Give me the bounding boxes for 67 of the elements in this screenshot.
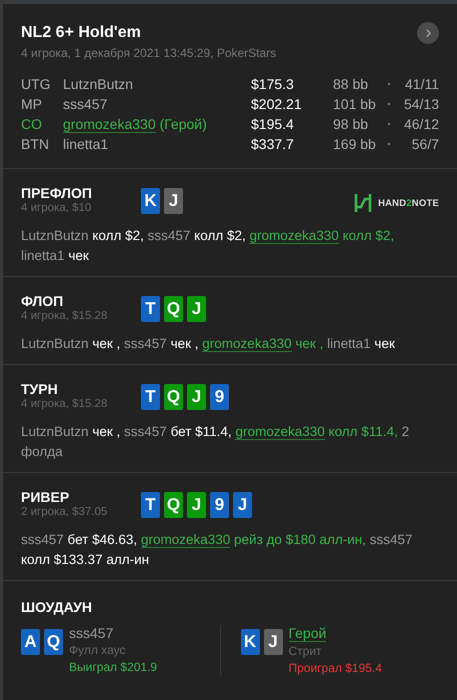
hand-subtitle: 4 игрока, 1 декабря 2021 13:45:29, PokerStars	[21, 46, 278, 60]
player-link[interactable]: Герой	[288, 625, 326, 642]
big-blinds: 98 bb	[333, 116, 370, 132]
card: T	[141, 384, 160, 410]
card: J	[187, 492, 206, 518]
player-name: sss457	[63, 96, 108, 112]
position-label: MP	[21, 96, 43, 112]
big-blinds: 169 bb	[333, 136, 377, 152]
street-info: 4 игрока, $15.28	[21, 310, 108, 322]
card: K	[141, 188, 160, 214]
position-label: BTN	[21, 136, 50, 152]
hand-title: NL2 6+ Hold'em	[21, 24, 141, 42]
card: Q	[164, 296, 183, 322]
player-name: sss457	[69, 625, 114, 641]
street-title: ПРЕФЛОП	[21, 185, 93, 201]
card: 9	[210, 492, 229, 518]
card: T	[141, 492, 160, 518]
stack-amount: $337.7	[251, 136, 295, 152]
player-name: LutznButzn	[63, 76, 134, 92]
showdown-title: ШОУДАУН	[21, 599, 93, 615]
player-stats: 41/11	[404, 76, 439, 92]
player-link[interactable]: gromozeka330	[249, 228, 339, 244]
hand-combination: Фулл хаус	[69, 643, 126, 657]
action-log: LutznButzn чек , sss457 чек , gromozeka330 чек , linetta1 чек	[21, 335, 396, 354]
card: K	[240, 629, 260, 655]
player-link[interactable]: gromozeka330	[63, 116, 156, 132]
card: J	[164, 188, 183, 214]
player-link[interactable]: gromozeka330	[140, 532, 230, 548]
result-amount: Проиграл $195.4	[288, 661, 382, 675]
hand-combination: Стрит	[288, 644, 322, 658]
player-stats: 46/12	[402, 116, 439, 132]
next-button[interactable]: ›	[417, 22, 439, 44]
stack-amount: $175.3	[251, 76, 295, 92]
card: A	[21, 629, 40, 655]
card: J	[187, 384, 206, 410]
action-log: LutznButzn колл $2, sss457 колл $2, gromozeka330 колл $2, linetta1 чек	[21, 227, 396, 265]
street-info: 2 игрока, $37.05	[21, 506, 108, 518]
player-link[interactable]: gromozeka330	[202, 336, 292, 352]
card: J	[264, 629, 282, 655]
stack-amount: $202.21	[251, 96, 303, 112]
result-amount: Выиграл $201.9	[69, 660, 158, 674]
stack-amount: $195.4	[251, 116, 295, 132]
action-log: LutznButzn чек , sss457 бет $11.4, gromozeka330 колл $11.4, 2 фолда	[21, 423, 410, 461]
street-info: 4 игрока, $10	[21, 202, 92, 214]
card: T	[141, 296, 160, 322]
player-name: linetta1	[63, 136, 108, 152]
player-stats: 54/13	[402, 96, 439, 112]
logo-icon	[354, 193, 372, 213]
card: Q	[44, 629, 63, 655]
player-stats: 56/7	[410, 136, 439, 152]
position-label: CO	[21, 116, 43, 132]
card: Q	[164, 492, 183, 518]
street-info: 4 игрока, $15.28	[21, 398, 108, 410]
big-blinds: 88 bb	[333, 76, 370, 92]
player-link[interactable]: gromozeka330	[235, 424, 325, 440]
card: 9	[210, 384, 229, 410]
position-label: UTG	[21, 76, 52, 92]
logo-text: HAND2NOTE	[378, 198, 439, 208]
street-title: ТУРН	[21, 381, 59, 397]
card: J	[233, 492, 252, 518]
street-title: ФЛОП	[21, 293, 64, 309]
card: J	[187, 296, 206, 322]
big-blinds: 101 bb	[333, 96, 377, 112]
street-title: РИВЕР	[21, 489, 70, 505]
hero-tag: (Герой)	[160, 116, 207, 132]
action-log: sss457 бет $46.63, gromozeka330 рейз до $180 алл-ин, sss457 колл $133.37 алл-ин	[21, 531, 414, 569]
card: Q	[164, 384, 183, 410]
